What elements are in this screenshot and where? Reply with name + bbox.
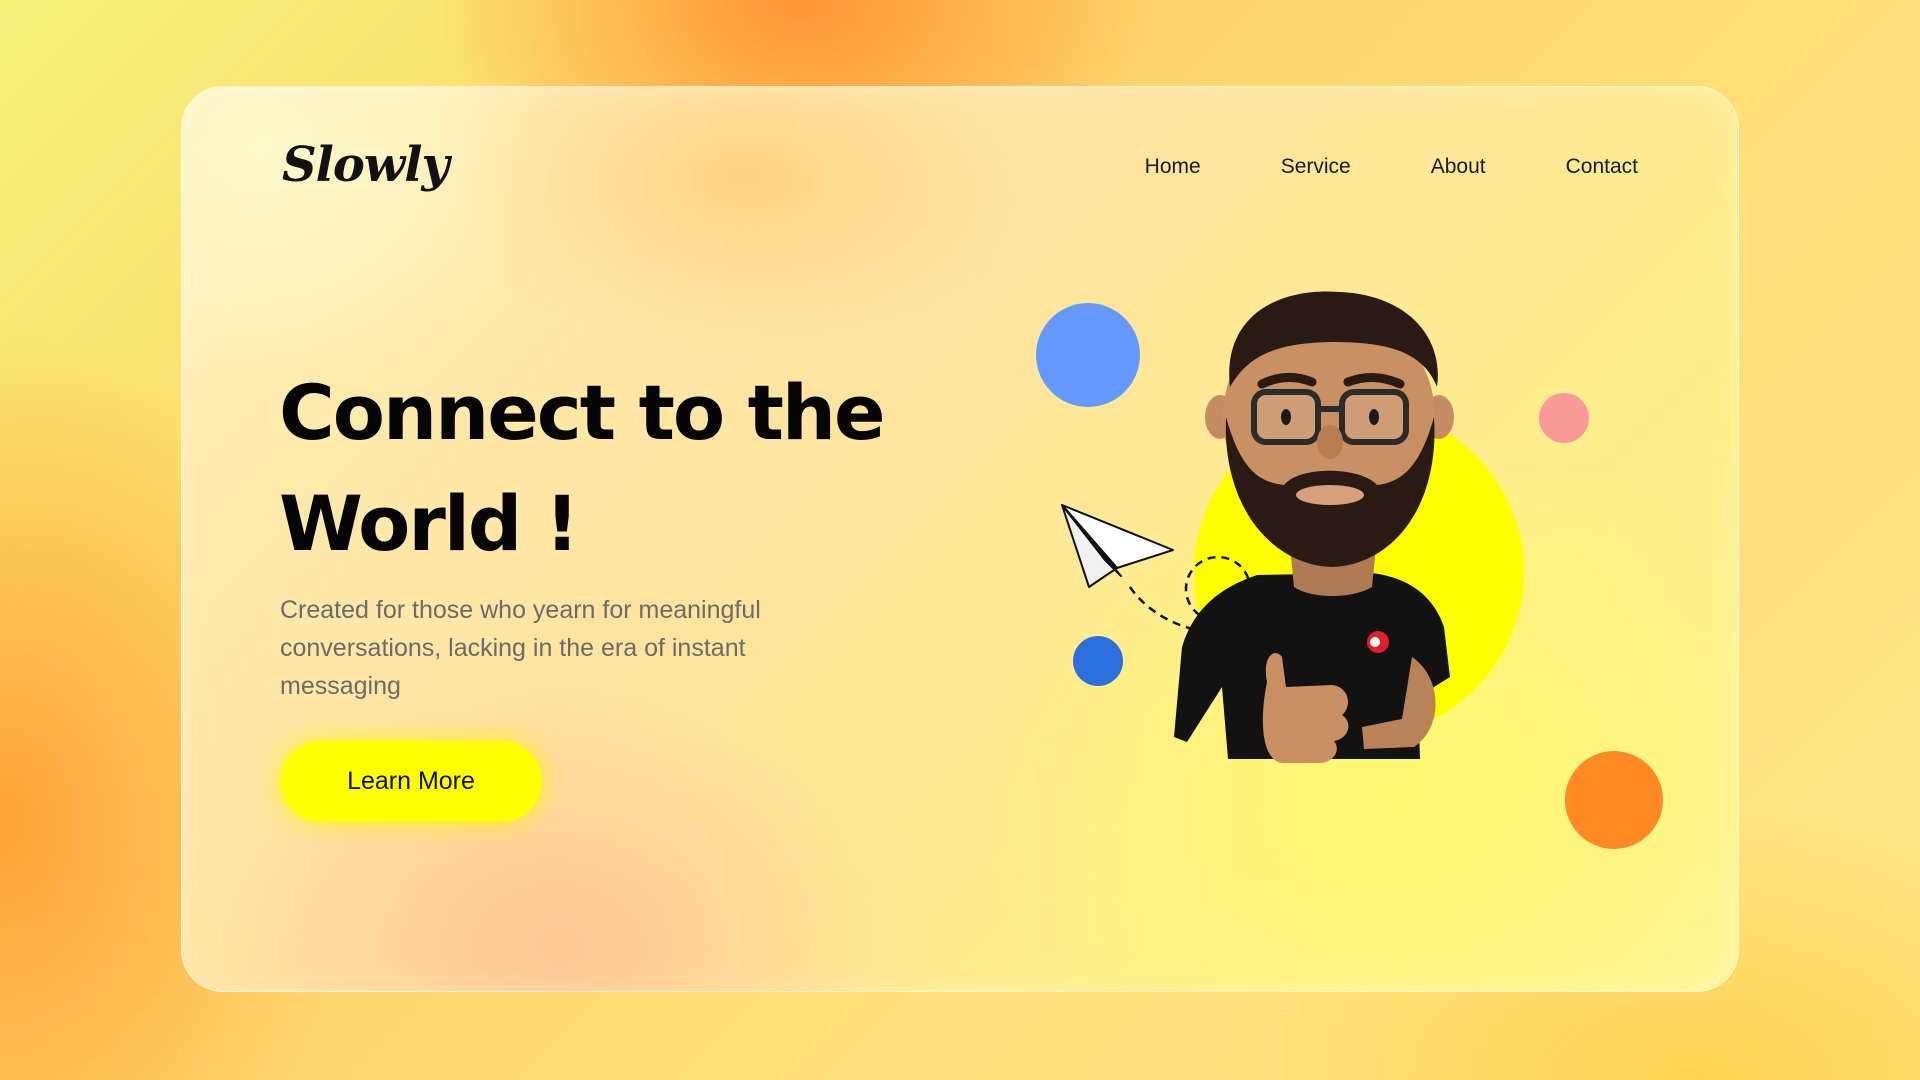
hero-card: Slowly Home Service About Contact Connec… [181,86,1739,992]
main-nav: Home Service About Contact [1145,155,1638,179]
yellow-backdrop-circle [1194,407,1524,737]
nav-home-link[interactable]: Home [1145,155,1201,179]
avatar-illustration [1174,291,1454,763]
pink-circle [1539,393,1589,443]
hero-description: Created for those who yearn for meaningf… [280,596,761,700]
nav-contact-link[interactable]: Contact [1566,155,1638,179]
hero-title-line-1: Connect to the [279,368,886,457]
nav-about-link[interactable]: About [1431,155,1486,179]
logo[interactable]: Slowly [282,137,449,193]
hero-title-line-2: World ! [279,479,579,568]
dashed-flight-path [1128,555,1323,635]
learn-more-button[interactable]: Learn More [280,741,542,822]
blue-light-circle [1036,303,1140,407]
blue-dark-circle [1073,636,1123,686]
paper-plane-icon [1061,504,1174,588]
hero-title: Connect to the World ! [279,357,919,579]
nav-service-link[interactable]: Service [1281,155,1351,179]
orange-circle [1565,751,1663,849]
